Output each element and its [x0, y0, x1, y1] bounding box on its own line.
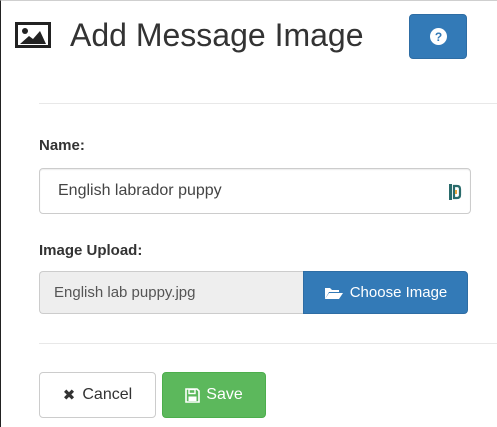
folder-open-icon	[324, 287, 343, 299]
question-circle-icon: ?	[429, 28, 447, 45]
save-label: Save	[206, 386, 243, 403]
image-icon	[15, 22, 51, 48]
save-button[interactable]: Save	[162, 372, 266, 418]
page-title: Add Message Image	[70, 17, 364, 53]
svg-text:?: ?	[434, 30, 441, 44]
close-icon: ✖	[62, 387, 76, 404]
dialog-header: Add Message Image	[15, 13, 364, 57]
dialog-panel: Add Message Image ? Name: Image Upload: …	[0, 0, 497, 427]
name-field[interactable]	[39, 168, 471, 214]
file-name-display: English lab puppy.jpg	[39, 271, 303, 314]
image-upload-group: English lab puppy.jpg Choose Image	[39, 271, 468, 314]
footer-divider	[39, 343, 497, 344]
field-autofill-icon[interactable]	[448, 183, 462, 201]
choose-image-label: Choose Image	[349, 284, 448, 301]
cancel-label: Cancel	[82, 386, 133, 403]
cancel-button[interactable]: ✖ Cancel	[39, 372, 156, 418]
image-upload-label: Image Upload:	[39, 242, 143, 259]
name-input[interactable]	[40, 169, 470, 213]
help-button[interactable]: ?	[409, 14, 467, 59]
floppy-disk-icon	[185, 387, 201, 403]
choose-image-button[interactable]: Choose Image	[303, 271, 468, 314]
header-divider	[39, 103, 497, 104]
name-label: Name:	[39, 137, 85, 154]
